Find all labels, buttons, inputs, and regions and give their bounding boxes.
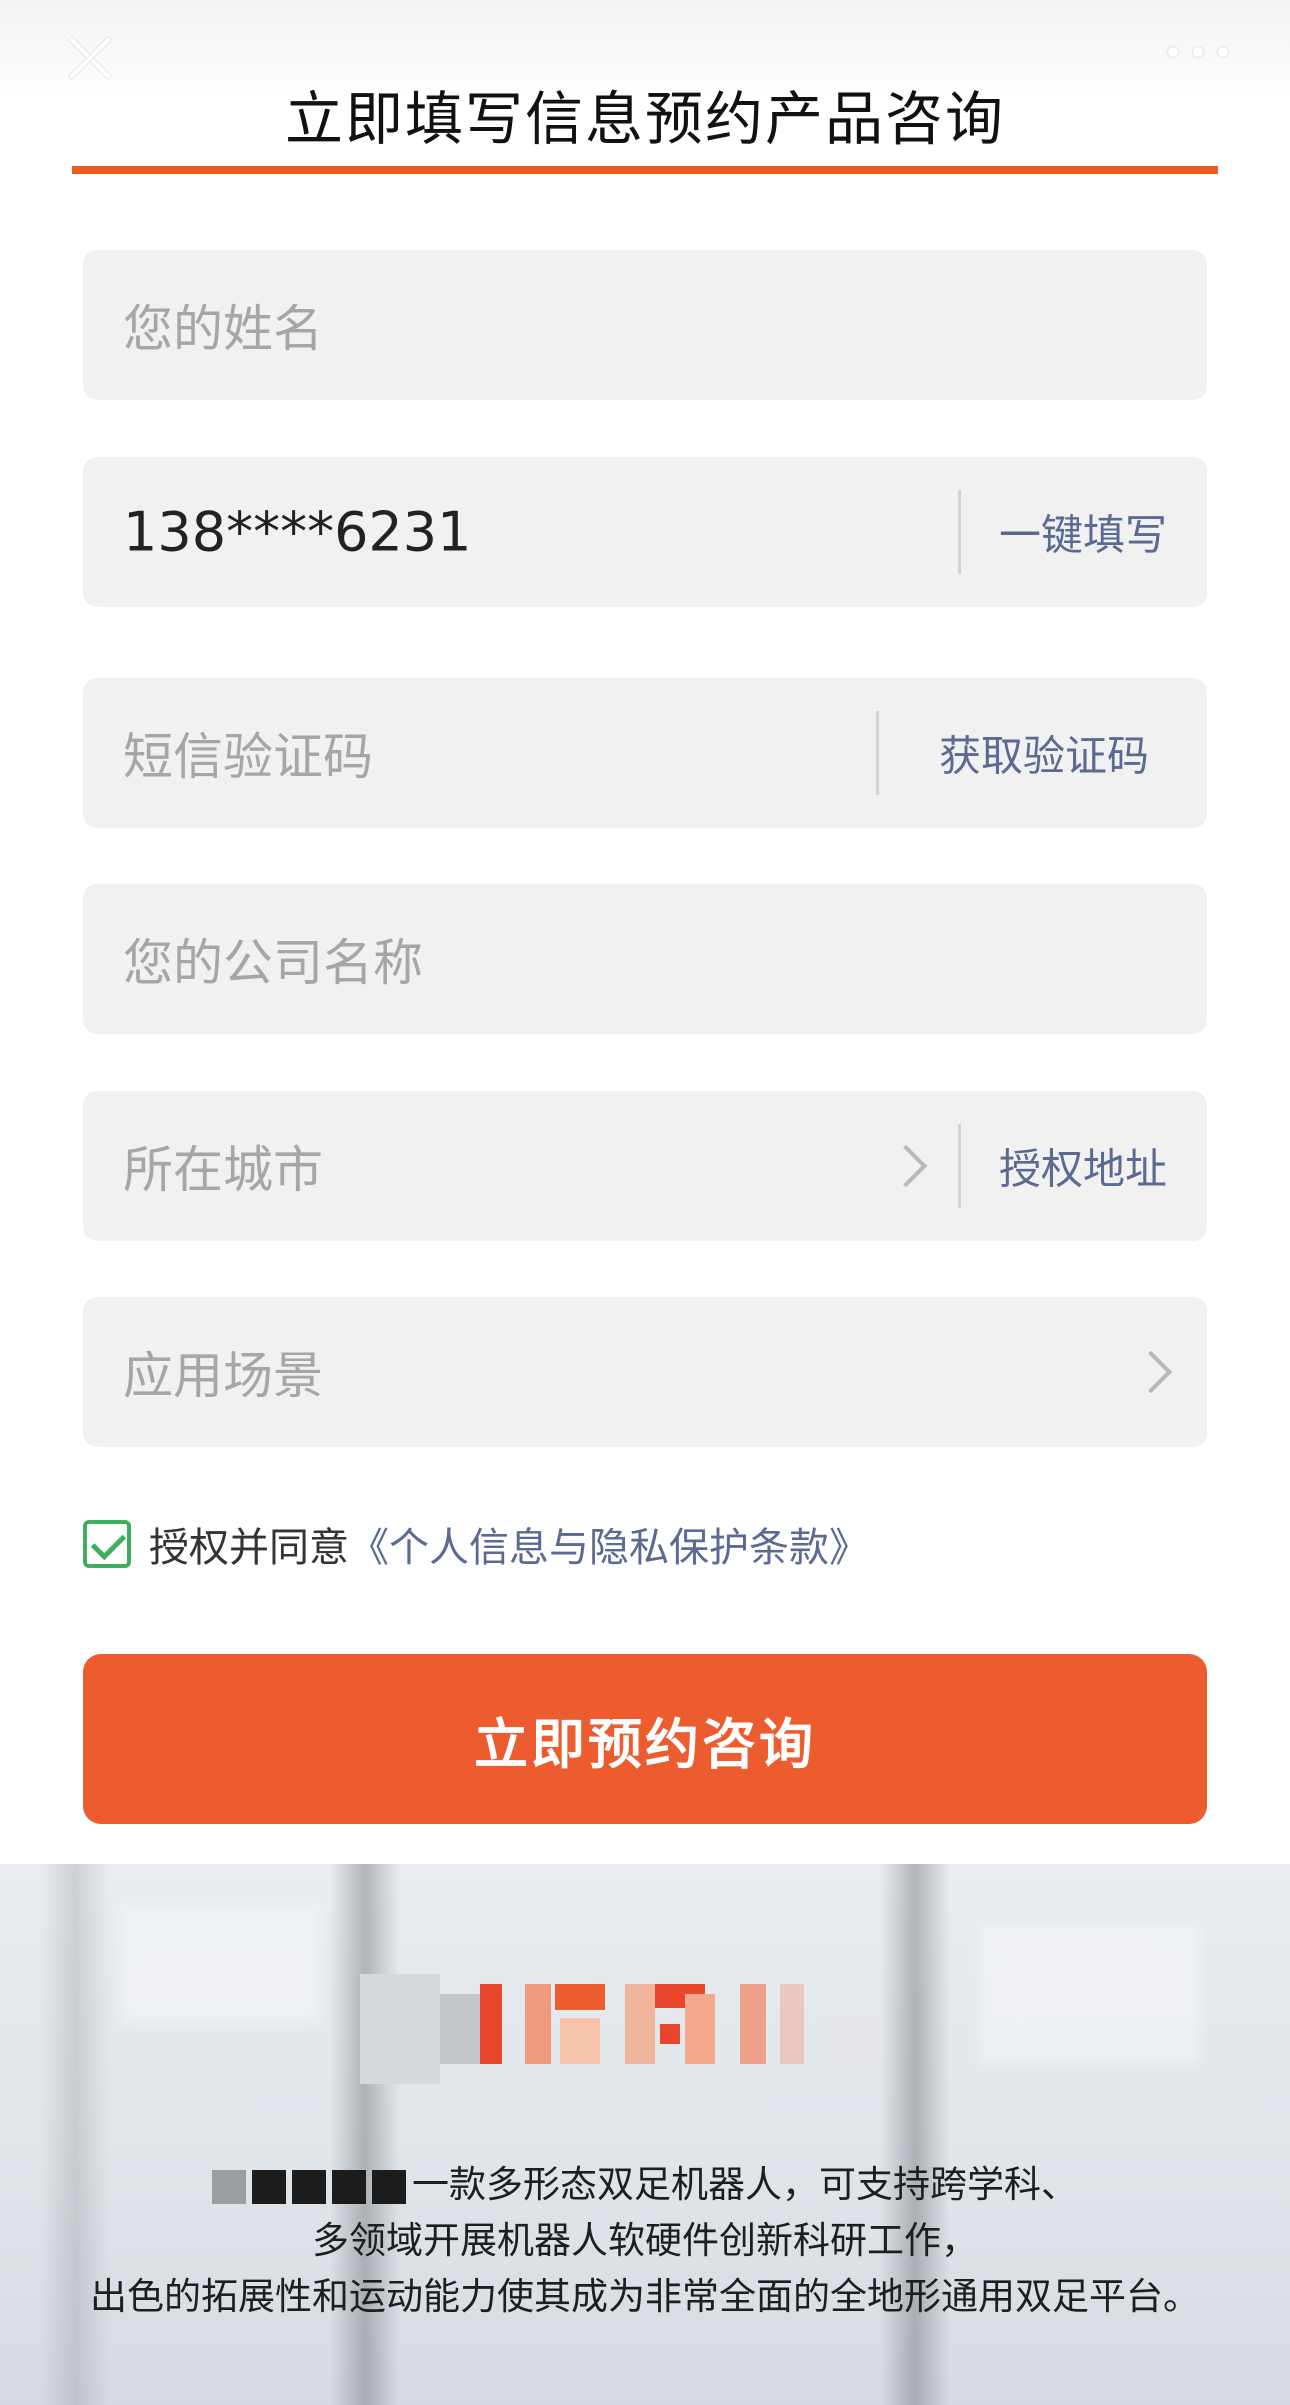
city-select[interactable]: 所在城市 授权地址 [83,1091,1207,1241]
more-dots-icon[interactable] [1168,42,1228,62]
sms-code-field[interactable]: 短信验证码 获取验证码 [83,678,1207,828]
get-code-button[interactable]: 获取验证码 [939,723,1149,784]
agree-checkbox[interactable] [83,1520,131,1568]
field-divider [958,1124,961,1208]
authorize-location-button[interactable]: 授权地址 [999,1136,1167,1197]
redacted-block [372,2169,406,2204]
promo-line-1: 一款多形态双足机器人，可支持跨学科、 [0,2154,1290,2208]
scenario-placeholder: 应用场景 [123,1347,323,1405]
redacted-block [212,2169,246,2204]
city-placeholder: 所在城市 [123,1141,323,1199]
sms-code-placeholder: 短信验证码 [123,728,373,786]
background-pillar [330,1864,400,2405]
brand-logo-mosaic [360,1954,960,2104]
chevron-right-icon [884,1144,928,1188]
privacy-terms-link[interactable]: 《个人信息与隐私保护条款》 [349,1515,869,1573]
scenario-select[interactable]: 应用场景 [83,1297,1207,1447]
background-pillar [40,1864,110,2405]
autofill-phone-button[interactable]: 一键填写 [999,502,1167,563]
background-blur [980,1924,1200,2064]
promo-banner: 一款多形态双足机器人，可支持跨学科、 多领域开展机器人软硬件创新科研工作， 出色… [0,1864,1290,2405]
chevron-right-icon [1129,1350,1173,1394]
phone-value: 138****6231 [123,500,472,564]
company-placeholder: 您的公司名称 [123,934,423,992]
field-divider [876,711,879,795]
redacted-block [292,2169,326,2204]
name-field[interactable]: 您的姓名 [83,250,1207,400]
company-field[interactable]: 您的公司名称 [83,884,1207,1034]
name-placeholder: 您的姓名 [123,300,323,358]
title-underline [72,166,1218,174]
promo-text-1: 一款多形态双足机器人，可支持跨学科、 [412,2163,1078,2206]
field-divider [958,490,961,574]
agreement-row: 授权并同意 《个人信息与隐私保护条款》 [83,1515,869,1573]
promo-text-3: 出色的拓展性和运动能力使其成为非常全面的全地形通用双足平台。 [90,2275,1200,2318]
redacted-block [332,2169,366,2204]
submit-button[interactable]: 立即预约咨询 [83,1654,1207,1824]
agreement-prefix: 授权并同意 [149,1525,349,1571]
page-title: 立即填写信息预约产品咨询 [284,85,1005,153]
promo-text-2: 多领域开展机器人软硬件创新科研工作， [312,2219,978,2262]
background-pillar [880,1864,950,2405]
redacted-block [252,2169,286,2204]
background-blur [120,1904,320,2024]
phone-field[interactable]: 138****6231 一键填写 [83,457,1207,607]
